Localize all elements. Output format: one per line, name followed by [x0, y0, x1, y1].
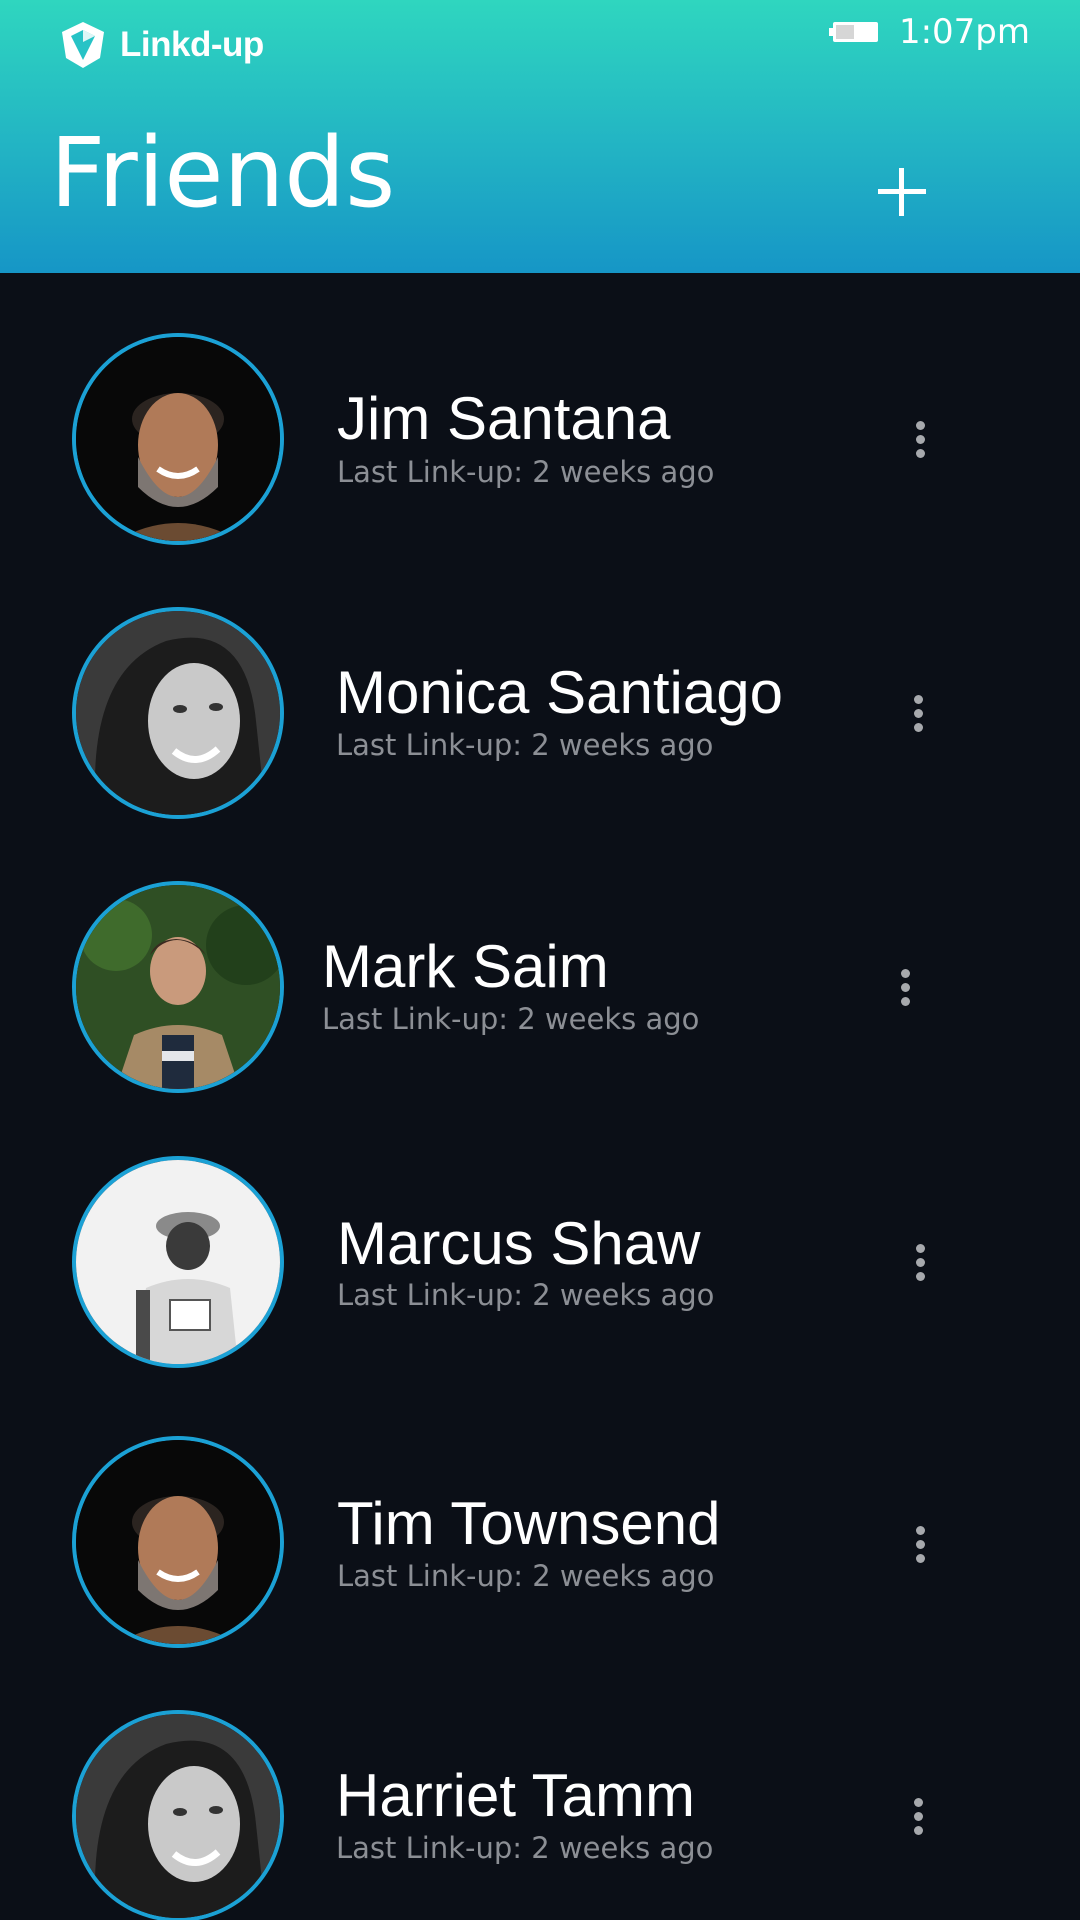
more-options-button[interactable] — [906, 1241, 934, 1289]
brand-name: Linkd-up — [120, 25, 264, 64]
more-vertical-icon — [915, 421, 925, 430]
avatar[interactable] — [72, 1436, 284, 1648]
avatar[interactable] — [72, 881, 284, 1093]
last-linkup-text: Last Link-up: 2 weeks ago — [336, 1831, 714, 1865]
more-vertical-icon-dot — [915, 1554, 925, 1563]
status-time: 1:07pm — [898, 12, 1030, 52]
more-vertical-icon — [900, 969, 910, 978]
friend-name: Jim Santana — [337, 385, 671, 452]
last-linkup-text: Last Link-up: 2 weeks ago — [337, 1559, 715, 1593]
friend-list-item[interactable]: Harriet Tamm Last Link-up: 2 weeks ago — [0, 1710, 1080, 1920]
friend-name: Mark Saim — [322, 933, 609, 1000]
friend-name: Marcus Shaw — [337, 1210, 701, 1277]
more-vertical-icon — [915, 1244, 925, 1253]
more-vertical-icon-dot — [915, 1258, 925, 1267]
avatar-photo — [76, 337, 280, 541]
friend-list-item[interactable]: Mark Saim Last Link-up: 2 weeks ago — [0, 881, 1080, 1101]
app-screen: Linkd-up 1:07pm Friends Jim Santana Last… — [0, 0, 1080, 1920]
more-options-button[interactable] — [906, 418, 934, 466]
more-vertical-icon-dot — [915, 1272, 925, 1281]
more-options-button[interactable] — [904, 1795, 932, 1843]
friend-name: Harriet Tamm — [336, 1762, 695, 1829]
more-vertical-icon-dot — [900, 983, 910, 992]
avatar-photo — [76, 611, 280, 815]
avatar-photo — [76, 1714, 280, 1918]
last-linkup-text: Last Link-up: 2 weeks ago — [336, 728, 714, 762]
more-vertical-icon-dot — [913, 1812, 923, 1821]
avatar-photo — [76, 1440, 280, 1644]
last-linkup-text: Last Link-up: 2 weeks ago — [337, 1278, 715, 1312]
more-vertical-icon-dot — [915, 449, 925, 458]
more-vertical-icon-dot — [913, 723, 923, 732]
friend-name: Tim Townsend — [337, 1490, 721, 1557]
more-options-button[interactable] — [904, 692, 932, 740]
friend-list-item[interactable]: Marcus Shaw Last Link-up: 2 weeks ago — [0, 1156, 1080, 1376]
status-bar: 1:07pm — [828, 12, 1030, 52]
avatar[interactable] — [72, 333, 284, 545]
linkdup-logo-icon — [62, 22, 104, 68]
more-vertical-icon-dot — [915, 1540, 925, 1549]
avatar[interactable] — [72, 607, 284, 819]
more-vertical-icon-dot — [915, 435, 925, 444]
more-options-button[interactable] — [906, 1523, 934, 1571]
avatar[interactable] — [72, 1710, 284, 1920]
battery-icon — [828, 22, 878, 42]
more-vertical-icon — [915, 1526, 925, 1535]
more-vertical-icon — [913, 695, 923, 704]
add-friend-button[interactable] — [870, 160, 934, 224]
friend-list-item[interactable]: Monica Santiago Last Link-up: 2 weeks ag… — [0, 607, 1080, 827]
last-linkup-text: Last Link-up: 2 weeks ago — [337, 455, 715, 489]
more-vertical-icon-dot — [900, 997, 910, 1006]
plus-icon — [878, 168, 926, 216]
more-vertical-icon-dot — [913, 1826, 923, 1835]
page-title: Friends — [50, 117, 396, 229]
more-options-button[interactable] — [891, 966, 919, 1014]
app-header: Linkd-up 1:07pm Friends — [0, 0, 1080, 273]
friend-name: Monica Santiago — [336, 659, 783, 726]
friend-list-item[interactable]: Tim Townsend Last Link-up: 2 weeks ago — [0, 1436, 1080, 1656]
more-vertical-icon — [913, 1798, 923, 1807]
friend-list-item[interactable]: Jim Santana Last Link-up: 2 weeks ago — [0, 333, 1080, 553]
last-linkup-text: Last Link-up: 2 weeks ago — [322, 1002, 700, 1036]
avatar-photo — [76, 1160, 280, 1364]
avatar[interactable] — [72, 1156, 284, 1368]
avatar-photo — [76, 885, 280, 1089]
brand: Linkd-up — [60, 20, 264, 70]
more-vertical-icon-dot — [913, 709, 923, 718]
